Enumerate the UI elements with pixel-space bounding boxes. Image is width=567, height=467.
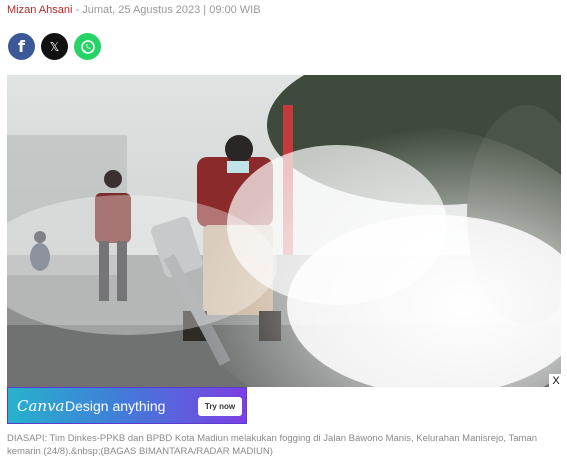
canva-ad-banner[interactable]: Canva Design anything Try now xyxy=(7,387,247,424)
ad-close-button[interactable]: X xyxy=(549,374,563,388)
facebook-share-button[interactable]: f xyxy=(8,33,35,60)
whatsapp-icon xyxy=(80,39,95,54)
try-now-button[interactable]: Try now xyxy=(198,397,242,416)
canva-logo: Canva xyxy=(17,397,65,415)
ad-tagline: Design anything xyxy=(65,398,166,414)
article-byline: Mizan Ahsani - Jumat, 25 Agustus 2023 | … xyxy=(7,4,261,16)
publish-date: - Jumat, 25 Agustus 2023 | 09:00 WIB xyxy=(72,4,261,16)
article-photo xyxy=(7,75,561,387)
x-share-button[interactable]: 𝕏 xyxy=(41,33,68,60)
author-link[interactable]: Mizan Ahsani xyxy=(7,4,72,16)
x-icon: 𝕏 xyxy=(49,39,60,54)
photo-caption: DIASAPI: Tim Dinkes-PPKB dan BPBD Kota M… xyxy=(7,433,537,457)
whatsapp-share-button[interactable] xyxy=(74,33,101,60)
share-bar: f 𝕏 xyxy=(8,33,101,60)
facebook-icon: f xyxy=(18,37,25,56)
